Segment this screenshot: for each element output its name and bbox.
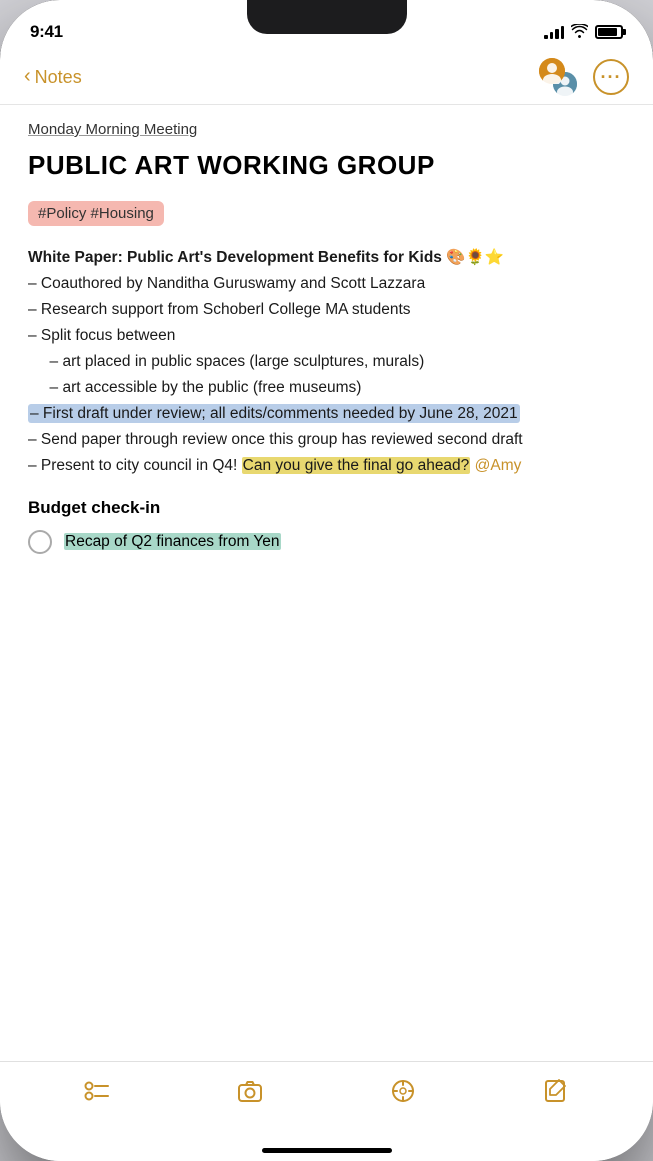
location-icon: [390, 1078, 416, 1104]
note-content-area[interactable]: Monday Morning Meeting PUBLIC ART WORKIN…: [0, 105, 653, 1106]
signal-bar-1: [544, 35, 548, 39]
wifi-icon: [571, 24, 588, 41]
yellow-highlight-text: Can you give the final go ahead?: [242, 457, 471, 474]
collaborators-button[interactable]: [539, 58, 577, 96]
body-line-6-highlighted: – First draft under review; all edits/co…: [28, 402, 625, 426]
budget-section: Budget check-in Recap of Q2 finances fro…: [28, 498, 625, 554]
tags-highlight[interactable]: #Policy #Housing: [28, 201, 164, 226]
signal-bar-3: [555, 29, 559, 39]
body-line-2: – Research support from Schoberl College…: [28, 298, 625, 322]
battery-icon: [595, 25, 623, 39]
body-line-7: – Send paper through review once this gr…: [28, 428, 625, 452]
camera-button[interactable]: [237, 1078, 263, 1104]
location-button[interactable]: [390, 1078, 416, 1104]
body-line-8: – Present to city council in Q4! Can you…: [28, 454, 625, 478]
note-title: PUBLIC ART WORKING GROUP: [28, 150, 625, 181]
checkbox-1-text: Recap of Q2 finances from Yen: [64, 533, 281, 551]
more-options-button[interactable]: ···: [593, 59, 629, 95]
home-indicator: [262, 1148, 392, 1153]
bottom-toolbar: [0, 1061, 653, 1161]
checkbox-1[interactable]: [28, 530, 52, 554]
blue-highlight: – First draft under review; all edits/co…: [28, 404, 520, 423]
status-icons: [544, 24, 623, 41]
notch: [247, 0, 407, 34]
note-subtitle: Monday Morning Meeting: [28, 121, 625, 138]
nav-actions: ···: [539, 58, 629, 96]
checkbox-item-1: Recap of Q2 finances from Yen: [28, 530, 625, 554]
signal-bar-4: [561, 26, 565, 39]
compose-button[interactable]: [543, 1078, 569, 1104]
paper-heading: White Paper: Public Art's Development Be…: [28, 246, 625, 270]
checklist-button[interactable]: [84, 1078, 110, 1104]
battery-fill: [598, 28, 617, 36]
collaborator-avatar-1: [539, 58, 565, 84]
paper-heading-text: White Paper: Public Art's Development Be…: [28, 249, 504, 266]
body-line-4: – art placed in public spaces (large scu…: [28, 350, 625, 374]
back-label: Notes: [35, 67, 82, 88]
ellipsis-icon: ···: [601, 68, 622, 86]
phone-frame: 9:41: [0, 0, 653, 1161]
camera-icon: [237, 1078, 263, 1104]
status-time: 9:41: [30, 22, 63, 42]
body-line-1: – Coauthored by Nanditha Guruswamy and S…: [28, 272, 625, 296]
body-line-3: – Split focus between: [28, 324, 625, 348]
back-chevron-icon: ‹: [24, 65, 31, 88]
signal-bar-2: [550, 32, 554, 39]
navigation-bar: ‹ Notes: [0, 50, 653, 105]
phone-screen: 9:41: [0, 0, 653, 1161]
body-line-5: – art accessible by the public (free mus…: [28, 376, 625, 400]
checklist-icon: [84, 1078, 110, 1104]
back-button[interactable]: ‹ Notes: [24, 66, 82, 88]
mention-amy[interactable]: @Amy: [475, 457, 522, 474]
green-highlight-text: Recap of Q2 finances from Yen: [64, 533, 281, 550]
budget-heading: Budget check-in: [28, 498, 625, 518]
signal-icon: [544, 25, 564, 39]
note-body: White Paper: Public Art's Development Be…: [28, 246, 625, 478]
compose-icon: [543, 1078, 569, 1104]
